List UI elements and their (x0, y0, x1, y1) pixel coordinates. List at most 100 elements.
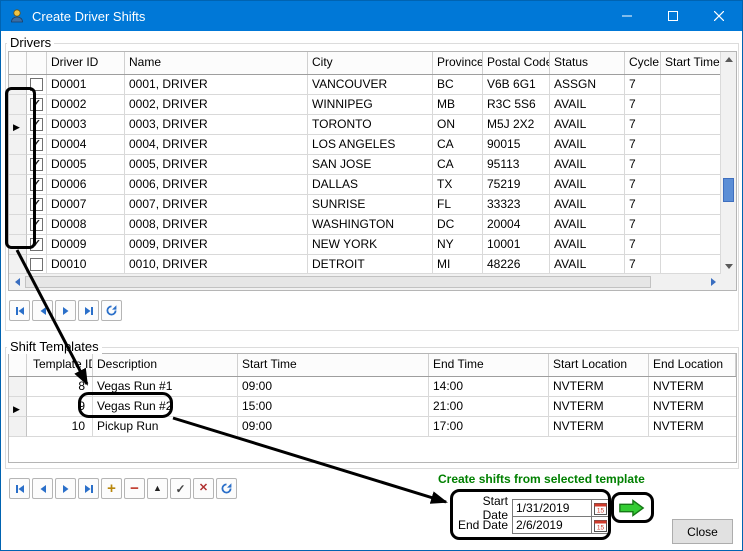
drivers-horizontal-scrollbar[interactable] (9, 273, 721, 290)
close-button[interactable] (696, 1, 742, 31)
row-header[interactable] (9, 115, 27, 135)
row-check-cell[interactable] (27, 135, 47, 155)
cell-start-time[interactable] (661, 235, 721, 255)
cell-start-time[interactable]: 15:00 (238, 397, 429, 417)
cell-province[interactable]: DC (433, 215, 483, 235)
row-header[interactable] (9, 95, 27, 115)
last-button[interactable] (78, 478, 99, 499)
row-checkbox[interactable] (30, 78, 43, 91)
cell-name[interactable]: 0008, DRIVER (125, 215, 308, 235)
cell-province[interactable]: MB (433, 95, 483, 115)
column-header-end-location[interactable]: End Location (649, 354, 736, 376)
end-date-input[interactable]: 2/6/2019 (512, 516, 592, 534)
cell-end-time[interactable]: 21:00 (429, 397, 549, 417)
column-header-status[interactable]: Status (550, 52, 625, 74)
row-header[interactable] (9, 195, 27, 215)
cell-driver-id[interactable]: D0008 (47, 215, 125, 235)
prev-button[interactable] (32, 300, 53, 321)
start-date-input[interactable]: 1/31/2019 (512, 499, 592, 517)
row-check-cell[interactable] (27, 95, 47, 115)
cell-cycle[interactable]: 7 (625, 215, 661, 235)
row-check-cell[interactable] (27, 215, 47, 235)
cell-city[interactable]: LOS ANGELES (308, 135, 433, 155)
row-check-cell[interactable] (27, 75, 47, 95)
cell-province[interactable]: CA (433, 155, 483, 175)
row-checkbox[interactable] (30, 138, 43, 151)
cell-driver-id[interactable]: D0001 (47, 75, 125, 95)
column-header-cycle[interactable]: Cycle (625, 52, 661, 74)
column-header-name[interactable]: Name (125, 52, 308, 74)
cell-end-location[interactable]: NVTERM (649, 417, 736, 437)
cell-name[interactable]: 0002, DRIVER (125, 95, 308, 115)
column-header-start-time[interactable]: Start Time (661, 52, 721, 74)
next-button[interactable] (55, 478, 76, 499)
drivers-corner-header[interactable] (9, 52, 27, 74)
row-checkbox[interactable] (30, 178, 43, 191)
cell-cycle[interactable]: 7 (625, 115, 661, 135)
cell-driver-id[interactable]: D0006 (47, 175, 125, 195)
edit-button[interactable]: ▲ (147, 478, 168, 499)
column-header-description[interactable]: Description (93, 354, 238, 376)
cell-template-id[interactable]: 8 (27, 377, 93, 397)
cell-start-time[interactable]: 09:00 (238, 377, 429, 397)
cell-description[interactable]: Vegas Run #1 (93, 377, 238, 397)
end-date-calendar-button[interactable]: 15 (592, 516, 609, 534)
row-checkbox[interactable] (30, 198, 43, 211)
row-header[interactable] (9, 377, 27, 397)
cell-template-id[interactable]: 9 (27, 397, 93, 417)
first-button[interactable] (9, 478, 30, 499)
cell-start-location[interactable]: NVTERM (549, 397, 649, 417)
cell-name[interactable]: 0006, DRIVER (125, 175, 308, 195)
maximize-button[interactable] (650, 1, 696, 31)
column-header-end-time[interactable]: End Time (429, 354, 549, 376)
templates-corner-header[interactable] (9, 354, 27, 376)
cell-cycle[interactable]: 7 (625, 135, 661, 155)
cell-driver-id[interactable]: D0009 (47, 235, 125, 255)
row-check-cell[interactable] (27, 235, 47, 255)
cell-driver-id[interactable]: D0005 (47, 155, 125, 175)
column-header-template-id[interactable]: Template ID (27, 354, 93, 376)
scroll-left-icon[interactable] (9, 274, 25, 290)
cell-cycle[interactable]: 7 (625, 75, 661, 95)
cell-status[interactable]: AVAIL (550, 95, 625, 115)
add-button[interactable]: + (101, 478, 122, 499)
cell-province[interactable]: BC (433, 75, 483, 95)
drivers-hscroll-thumb[interactable] (25, 276, 651, 288)
cell-postal-code[interactable]: 20004 (483, 215, 550, 235)
cell-start-time[interactable] (661, 155, 721, 175)
cell-start-time[interactable] (661, 215, 721, 235)
column-header-driver-id[interactable]: Driver ID (47, 52, 125, 74)
cell-driver-id[interactable]: D0010 (47, 255, 125, 274)
cell-postal-code[interactable]: M5J 2X2 (483, 115, 550, 135)
delete-button[interactable]: − (124, 478, 145, 499)
cell-cycle[interactable]: 7 (625, 95, 661, 115)
row-header[interactable] (9, 155, 27, 175)
cell-cycle[interactable]: 7 (625, 255, 661, 274)
cell-city[interactable]: SUNRISE (308, 195, 433, 215)
row-header[interactable] (9, 417, 27, 437)
cell-city[interactable]: DETROIT (308, 255, 433, 274)
cell-start-time[interactable]: 09:00 (238, 417, 429, 437)
row-header[interactable] (9, 135, 27, 155)
cell-start-location[interactable]: NVTERM (549, 417, 649, 437)
cell-status[interactable]: AVAIL (550, 135, 625, 155)
column-header-start-time[interactable]: Start Time (238, 354, 429, 376)
cell-postal-code[interactable]: 33323 (483, 195, 550, 215)
cell-start-time[interactable] (661, 255, 721, 274)
row-check-cell[interactable] (27, 175, 47, 195)
row-header[interactable] (9, 175, 27, 195)
column-header-province[interactable]: Province (433, 52, 483, 74)
cell-driver-id[interactable]: D0002 (47, 95, 125, 115)
row-check-cell[interactable] (27, 155, 47, 175)
cell-postal-code[interactable]: 95113 (483, 155, 550, 175)
cell-status[interactable]: AVAIL (550, 255, 625, 274)
minimize-button[interactable] (604, 1, 650, 31)
cancel-button[interactable]: ✕ (193, 478, 214, 499)
cell-city[interactable]: DALLAS (308, 175, 433, 195)
cell-province[interactable]: TX (433, 175, 483, 195)
cell-city[interactable]: SAN JOSE (308, 155, 433, 175)
cell-end-location[interactable]: NVTERM (649, 377, 736, 397)
accept-button[interactable]: ✓ (170, 478, 191, 499)
cell-name[interactable]: 0010, DRIVER (125, 255, 308, 274)
row-checkbox[interactable] (30, 258, 43, 271)
